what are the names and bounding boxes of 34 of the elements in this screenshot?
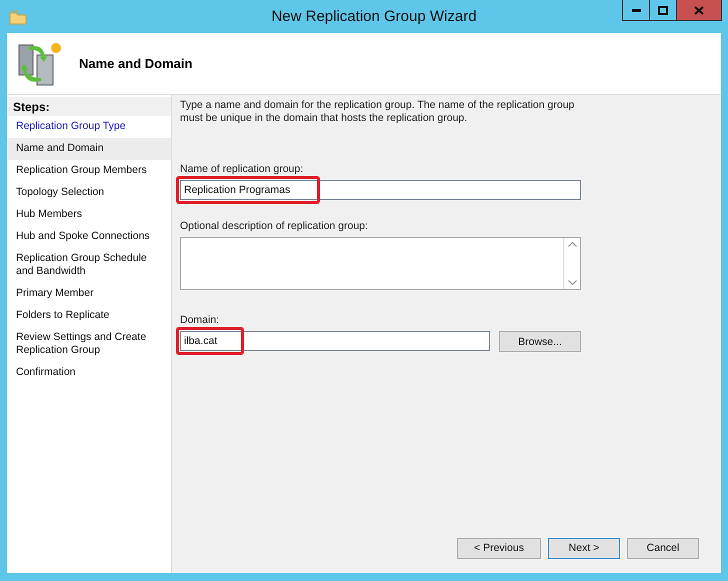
steps-heading: Steps: <box>7 97 171 116</box>
step-item: Name and Domain <box>7 138 171 160</box>
step-item: Replication Group Schedule and Bandwidth <box>15 251 148 279</box>
step-item: Topology Selection <box>15 185 106 200</box>
step-item: Replication Group Members <box>15 163 148 178</box>
step-item: Review Settings and Create Replication Group <box>15 330 148 358</box>
close-icon <box>694 6 704 14</box>
field-label: Domain: <box>180 314 220 326</box>
scrollbar[interactable] <box>563 238 580 289</box>
step-item: Hub Members <box>15 207 83 222</box>
field-label: Name of replication group: <box>180 163 304 175</box>
folder-icon <box>9 8 27 24</box>
step-item: Confirmation <box>15 365 77 380</box>
browse-button[interactable]: Browse... <box>499 331 581 352</box>
maximize-icon <box>658 6 668 14</box>
window-title: New Replication Group Wizard <box>271 8 477 25</box>
wizard-button[interactable]: Next > <box>548 538 620 558</box>
description-field[interactable] <box>180 237 581 290</box>
close-button[interactable] <box>676 0 722 21</box>
step-item: Folders to Replicate <box>15 308 110 323</box>
step-item: Hub and Spoke Connections <box>15 229 151 244</box>
minimize-icon <box>632 8 640 12</box>
scroll-up-icon[interactable] <box>568 242 576 247</box>
instructions-text: Type a name and domain for the replication group. The name of the replication group must be unique in the domain that hosts the replication group. <box>180 99 576 125</box>
scroll-down-icon[interactable] <box>568 280 576 285</box>
field-label: Optional description of replication group: <box>180 220 369 232</box>
minimize-button[interactable] <box>622 0 650 21</box>
wizard-button[interactable]: < Previous <box>457 538 541 558</box>
step-item: Replication Group Type <box>15 119 127 134</box>
page-title: Name and Domain <box>79 56 192 71</box>
domain-field[interactable]: ilba.cat <box>180 331 490 351</box>
step-item: Primary Member <box>15 286 95 301</box>
name-field[interactable]: Replication Programas <box>180 180 581 200</box>
wizard-button[interactable]: Cancel <box>627 538 699 558</box>
